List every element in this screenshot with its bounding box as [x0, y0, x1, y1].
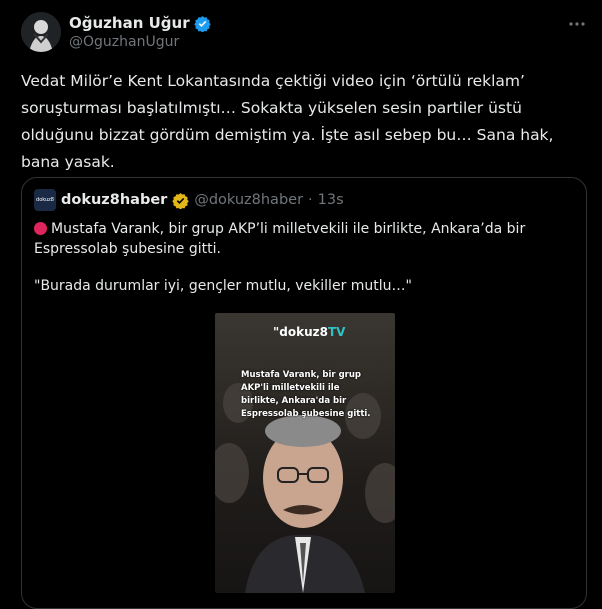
person-in-video [245, 415, 365, 593]
quoted-timestamp[interactable]: 13s [318, 192, 344, 208]
dokuz8tv-logo: "dokuz8TV [273, 325, 346, 339]
avatar[interactable] [21, 12, 61, 52]
more-icon[interactable] [566, 14, 588, 34]
quoted-author-handle[interactable]: @dokuz8haber [194, 192, 303, 208]
verified-gold-badge-icon [172, 192, 190, 209]
author-name[interactable]: Oğuzhan Uğur [69, 14, 190, 32]
author-handle[interactable]: @OguzhanUgur [69, 34, 179, 50]
avatar-image [21, 12, 61, 52]
quoted-avatar[interactable]: dokuz8 [34, 189, 56, 211]
quoted-text-body: Mustafa Varank, bir grup AKP’li milletve… [34, 221, 526, 257]
quoted-tweet[interactable]: dokuz8 dokuz8haber @dokuz8haber · 13s Mu… [21, 177, 587, 609]
separator-dot: · [308, 192, 313, 208]
author-row: Oğuzhan Uğur [69, 13, 211, 33]
quoted-author-name[interactable]: dokuz8haber [61, 192, 167, 208]
quoted-author-row: dokuz8 dokuz8haber @dokuz8haber · 13s [34, 189, 344, 211]
video-thumbnail[interactable]: "dokuz8TV Mustafa Varank, bir grup AKP'l… [215, 313, 395, 593]
tweet-text: Vedat Milör’e Kent Lokantasında çektiği … [21, 72, 554, 171]
quoted-text-quote: "Burada durumlar iyi, gençler mutlu, vek… [34, 278, 412, 294]
quoted-text-line1: Mustafa Varank, bir grup AKP’li milletve… [34, 219, 574, 259]
video-caption: Mustafa Varank, bir grup AKP'li milletve… [241, 370, 371, 419]
red-circle-icon [34, 222, 47, 235]
verified-badge-icon [193, 15, 211, 32]
